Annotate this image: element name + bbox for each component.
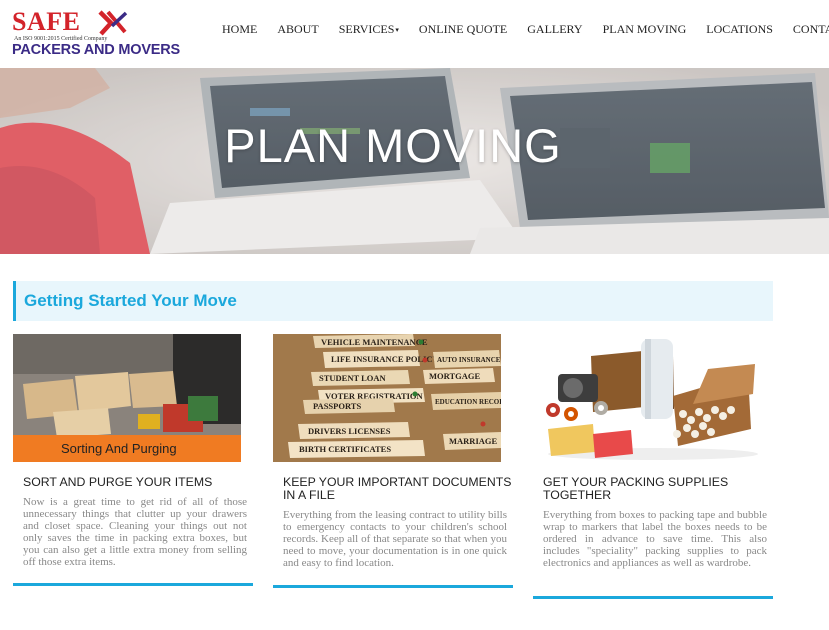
nav-plan-moving-label: PLAN MOVING [602,22,687,36]
folder-label-education: EDUCATION RECORDS [435,398,501,406]
nav-about-label: ABOUT [277,22,319,36]
section-heading: Getting Started Your Move [13,281,773,321]
caret-down-icon: ▾ [395,26,399,35]
folder-label-life-insurance: LIFE INSURANCE POLICY [331,354,439,364]
nav-locations-label: LOCATIONS [706,22,773,36]
image-caption: Sorting And Purging [61,441,177,456]
site-header: SAFE An ISO 9001:2015 Certified Company … [0,0,829,68]
card-image-supplies [533,334,761,462]
card-packing-supplies: GET YOUR PACKING SUPPLIES TOGETHER Every… [533,334,773,599]
folder-label-birth: BIRTH CERTIFICATES [299,444,391,454]
nav-plan-moving[interactable]: PLAN MOVING [603,22,687,38]
card-divider [533,596,773,599]
image-caption-banner: Sorting And Purging [13,435,241,462]
card-text: Now is a great time to get rid of all of… [23,496,247,568]
card-documents: VEHICLE MAINTENANCE LIFE INSURANCE POLIC… [273,334,513,588]
logo-x-mark-icon [98,10,128,36]
nav-online-quote-label: ONLINE QUOTE [418,22,508,36]
card-image-sorting: Sorting And Purging [13,334,241,462]
logo-wordmark: SAFE [12,7,81,36]
card-text: Everything from the leasing contract to … [283,509,507,569]
folder-label-student-loan: STUDENT LOAN [319,373,387,383]
folder-label-marriage: MARRIAGE [449,436,497,446]
nav-contact[interactable]: CONTACT [793,22,829,38]
card-image-documents: VEHICLE MAINTENANCE LIFE INSURANCE POLIC… [273,334,501,462]
folder-label-auto-insurance: AUTO INSURANCE [437,356,501,364]
card-title: SORT AND PURGE YOUR ITEMS [23,475,213,489]
nav-about[interactable]: ABOUT [277,22,318,38]
packing-supplies-image [533,334,761,462]
folder-label-passports: PASSPORTS [313,401,361,411]
nav-locations[interactable]: LOCATIONS [706,22,773,38]
section-heading-text: Getting Started Your Move [24,291,237,310]
nav-home[interactable]: HOME [222,22,257,38]
nav-online-quote[interactable]: ONLINE QUOTE [419,22,507,38]
logo-tagline: PACKERS AND MOVERS [12,42,180,58]
main-nav: HOME ABOUT SERVICES▾ ONLINE QUOTE GALLER… [222,22,829,38]
file-folders-image: VEHICLE MAINTENANCE LIFE INSURANCE POLIC… [273,334,501,462]
card-title: GET YOUR PACKING SUPPLIES TOGETHER [543,475,729,502]
card-divider [13,583,253,586]
nav-gallery-label: GALLERY [527,22,583,36]
card-divider [273,585,513,588]
site-logo[interactable]: SAFE An ISO 9001:2015 Certified Company … [12,7,180,62]
nav-services[interactable]: SERVICES▾ [339,22,399,38]
folder-label-vehicle: VEHICLE MAINTENANCE [321,337,428,347]
card-text: Everything from boxes to packing tape an… [543,509,767,569]
nav-services-label: SERVICES [338,22,395,36]
folder-label-drivers: DRIVERS LICENSES [308,426,391,436]
card-title: KEEP YOUR IMPORTANT DOCUMENTS IN A FILE [283,475,512,502]
card-sort-purge: Sorting And Purging SORT AND PURGE YOUR … [13,334,253,586]
nav-gallery[interactable]: GALLERY [527,22,582,38]
nav-contact-label: CONTACT [792,22,829,36]
hero-banner: PLAN MOVING [0,68,829,254]
nav-home-label: HOME [222,22,258,36]
folder-label-mortgage: MORTGAGE [429,371,481,381]
hero-title: PLAN MOVING [224,119,562,172]
